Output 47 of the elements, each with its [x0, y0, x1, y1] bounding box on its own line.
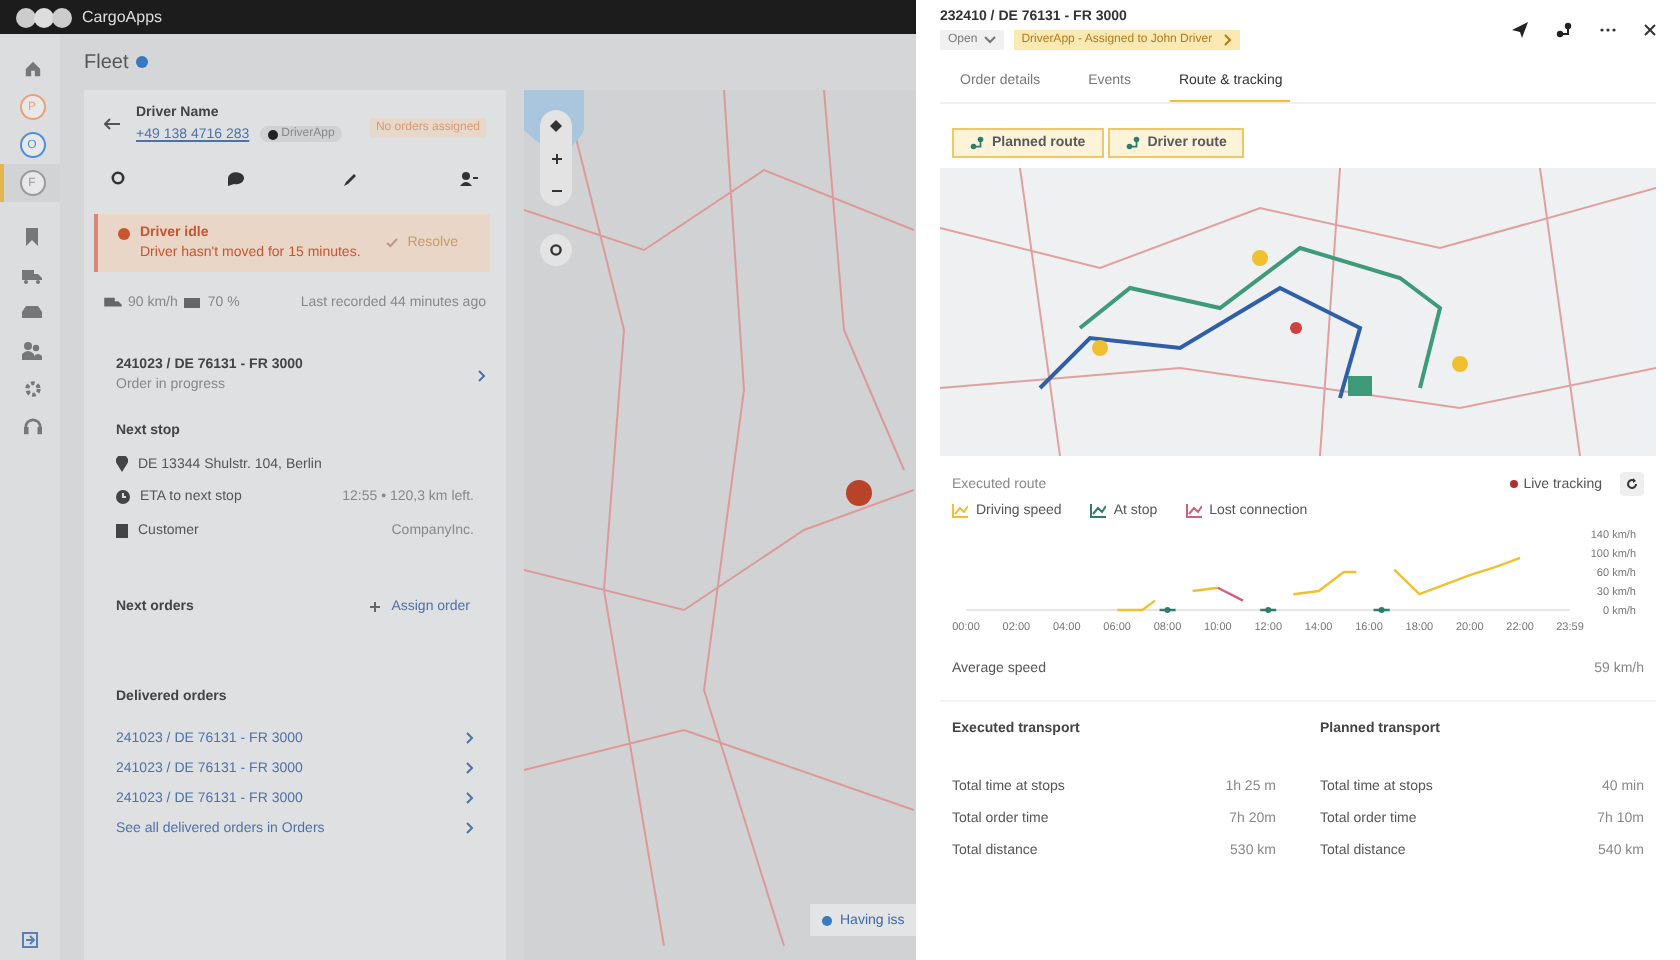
truck-icon	[104, 296, 122, 310]
back-arrow-icon[interactable]	[104, 118, 120, 130]
app-name: CargoApps	[82, 8, 163, 26]
battery-icon	[183, 298, 202, 308]
target-icon	[550, 244, 562, 256]
chevron-right-icon	[466, 792, 474, 804]
check-icon	[385, 238, 398, 248]
locate-button[interactable]	[540, 234, 572, 266]
chevron-right-icon	[478, 369, 486, 381]
clock-icon	[116, 490, 130, 504]
logo-icon	[14, 5, 74, 29]
building-icon	[116, 524, 128, 538]
vehicle-marker-icon[interactable]	[846, 480, 872, 506]
alert-icon	[118, 228, 130, 240]
info-icon[interactable]	[136, 56, 149, 68]
route-icon	[970, 136, 984, 150]
plus-icon	[551, 153, 561, 163]
chat-icon[interactable]	[227, 171, 244, 185]
headset-icon	[23, 418, 41, 436]
refresh-button[interactable]	[1620, 472, 1644, 496]
settings-icon	[23, 380, 41, 398]
route-icon	[1125, 136, 1140, 150]
location-target-icon[interactable]	[110, 170, 126, 186]
truck-icon	[22, 267, 42, 283]
person-remove-icon[interactable]	[459, 171, 478, 185]
location-pin-icon	[116, 456, 128, 472]
plus-icon	[369, 602, 380, 612]
chevron-right-icon	[466, 732, 474, 744]
collapse-icon[interactable]	[22, 932, 38, 948]
close-icon[interactable]	[1644, 24, 1656, 36]
edit-icon[interactable]	[344, 171, 359, 185]
car-icon	[22, 306, 42, 320]
bookmark-icon	[24, 228, 40, 246]
send-icon[interactable]	[1512, 22, 1528, 38]
live-dot-icon	[1509, 480, 1518, 488]
minus-icon	[551, 189, 561, 191]
home-icon	[23, 60, 41, 78]
chevron-right-icon	[466, 822, 474, 834]
info-icon	[822, 915, 832, 925]
caret-icon	[983, 36, 996, 44]
chevron-right-icon	[1224, 34, 1233, 46]
chevron-right-icon	[466, 762, 474, 774]
layers-icon	[550, 120, 562, 132]
route-icon[interactable]	[1556, 22, 1572, 38]
refresh-icon	[1626, 478, 1638, 490]
page-title: Fleet	[84, 51, 129, 73]
people-icon	[22, 342, 42, 360]
